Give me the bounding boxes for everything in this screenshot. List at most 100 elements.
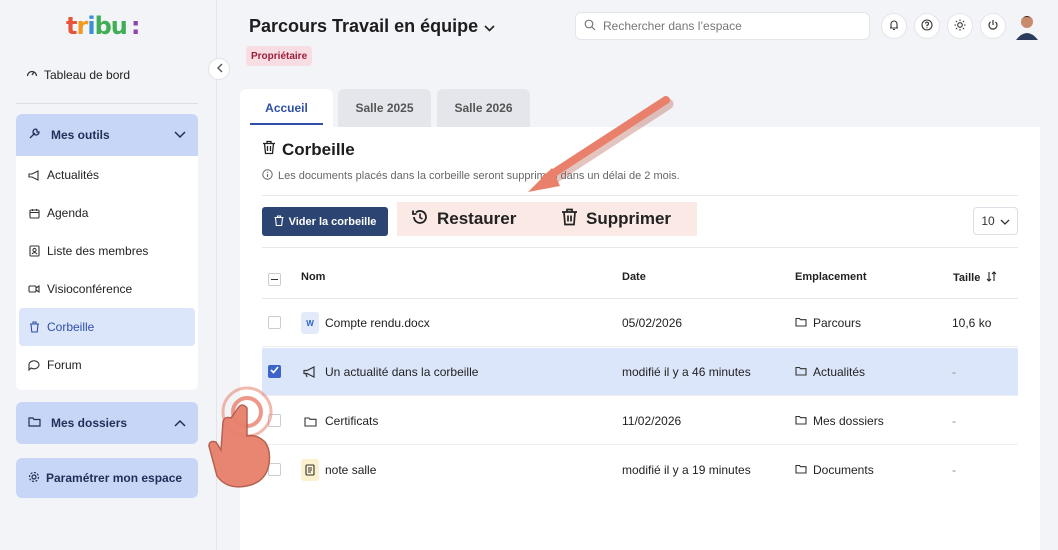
sort-icon <box>986 271 997 285</box>
tab-salle-2026[interactable]: Salle 2026 <box>437 89 530 127</box>
search-icon <box>584 19 596 34</box>
row-date-cell: 05/02/2026 <box>622 316 683 330</box>
forum-icon <box>28 359 40 371</box>
row-date-cell: 11/02/2026 <box>622 414 682 428</box>
per-page-select[interactable]: 10 <box>973 207 1018 235</box>
wrench-icon <box>28 127 41 143</box>
tab-salle-2025[interactable]: Salle 2025 <box>338 89 431 127</box>
sidebar-item-actualites[interactable]: Actualités <box>16 156 198 194</box>
chevron-down-icon <box>174 128 186 142</box>
chevron-up-icon <box>174 416 186 430</box>
bell-icon <box>888 19 900 34</box>
gauge-icon <box>26 67 38 82</box>
row-name-cell: note salle <box>301 446 376 494</box>
row-location-cell: Actualités <box>795 348 865 396</box>
row-location-cell: Documents <box>795 446 874 494</box>
avatar[interactable] <box>1014 12 1040 40</box>
space-title-dropdown[interactable]: Parcours Travail en équipe <box>249 16 495 37</box>
indeterminate-icon <box>271 278 278 281</box>
section-divider <box>262 195 1018 196</box>
toolbar-divider <box>262 247 1018 248</box>
tab-active-indicator <box>250 123 323 125</box>
row-name-cell: Un actualité dans la corbeille <box>301 348 478 396</box>
tools-menu: Mes outils Actualités Agenda Liste des m… <box>16 114 198 390</box>
row-date-cell: modifié il y a 46 minutes <box>622 365 751 379</box>
megaphone-icon <box>28 169 40 181</box>
table-row[interactable]: Certificats 11/02/2026 Mes dossiers - <box>262 397 1018 445</box>
folder-icon <box>795 365 807 379</box>
trash-icon <box>262 140 276 160</box>
theme-toggle-button[interactable] <box>947 13 973 39</box>
column-header-name[interactable]: Nom <box>301 271 325 283</box>
info-icon <box>262 169 273 183</box>
settings-button[interactable]: Paramétrer mon espace <box>16 458 198 498</box>
row-checkbox[interactable] <box>268 316 281 329</box>
retention-notice: Les documents placés dans la corbeille s… <box>262 169 680 183</box>
sidebar-item-members[interactable]: Liste des membres <box>16 232 198 270</box>
help-icon <box>921 18 933 34</box>
row-name-cell: W Compte rendu.docx <box>301 299 430 347</box>
sidebar-item-video[interactable]: Visioconférence <box>16 270 198 308</box>
folder-icon <box>28 416 41 430</box>
tribu-logo[interactable]: t r i bu: <box>66 12 140 40</box>
power-icon <box>987 19 999 34</box>
sidebar-item-trash[interactable]: Corbeille <box>19 308 195 346</box>
row-location-cell: Parcours <box>795 299 861 347</box>
column-header-size[interactable]: Taille <box>953 271 997 285</box>
sidebar-item-forum[interactable]: Forum <box>16 346 198 384</box>
column-header-date[interactable]: Date <box>622 271 646 283</box>
row-name-cell: Certificats <box>301 397 378 445</box>
word-file-icon: W <box>301 312 319 334</box>
row-size-cell: 10,6 ko <box>952 316 992 330</box>
trash-icon <box>274 214 284 229</box>
sidebar-divider <box>16 103 198 104</box>
select-all-checkbox[interactable] <box>268 273 281 286</box>
row-checkbox[interactable] <box>268 414 281 427</box>
empty-trash-button[interactable]: Vider la corbeille <box>262 207 388 236</box>
chevron-down-icon <box>484 16 495 37</box>
trash-icon <box>561 208 578 231</box>
sun-icon <box>954 19 966 34</box>
help-button[interactable] <box>914 13 940 39</box>
table-row[interactable]: Un actualité dans la corbeille modifié i… <box>262 348 1018 396</box>
row-checkbox[interactable] <box>268 463 281 476</box>
folder-icon <box>301 410 319 432</box>
row-size-cell: - <box>952 463 956 477</box>
trash-icon <box>28 321 40 333</box>
tools-menu-header[interactable]: Mes outils <box>16 114 198 156</box>
row-size-cell: - <box>952 414 956 428</box>
members-icon <box>28 245 40 257</box>
folder-icon <box>795 414 807 428</box>
calendar-icon <box>28 208 40 219</box>
search-input[interactable]: Rechercher dans l’espace <box>603 19 742 33</box>
restore-icon <box>411 208 429 231</box>
chevron-left-icon <box>216 62 223 76</box>
column-header-location[interactable]: Emplacement <box>795 271 867 283</box>
restore-button[interactable]: Restaurer <box>397 202 537 236</box>
folder-icon <box>795 463 807 477</box>
folders-menu-header[interactable]: Mes dossiers <box>16 402 198 444</box>
search-box[interactable]: Rechercher dans l’espace <box>575 12 870 40</box>
chevron-down-icon <box>1000 214 1010 228</box>
row-date-cell: modifié il y a 19 minutes <box>622 463 751 477</box>
row-location-cell: Mes dossiers <box>795 397 884 445</box>
section-title: Corbeille <box>262 140 355 160</box>
notifications-button[interactable] <box>881 13 907 39</box>
note-icon <box>301 459 319 481</box>
check-icon <box>270 366 279 377</box>
tab-accueil[interactable]: Accueil <box>240 89 333 127</box>
collapse-sidebar-button[interactable] <box>208 58 230 80</box>
row-checkbox[interactable] <box>268 365 281 378</box>
role-badge: Propriétaire <box>246 46 313 66</box>
gear-icon <box>28 471 40 486</box>
sidebar: t r i bu: Tableau de bord Mes outils Actual… <box>0 0 217 550</box>
megaphone-icon <box>301 361 319 383</box>
row-size-cell: - <box>952 365 956 379</box>
folder-icon <box>795 316 807 330</box>
delete-button[interactable]: Supprimer <box>537 202 697 236</box>
table-row[interactable]: note salle modifié il y a 19 minutes Doc… <box>262 446 1018 494</box>
sidebar-item-dashboard[interactable]: Tableau de bord <box>26 67 130 82</box>
table-row[interactable]: W Compte rendu.docx 05/02/2026 Parcours … <box>262 299 1018 347</box>
sidebar-item-agenda[interactable]: Agenda <box>16 194 198 232</box>
logout-button[interactable] <box>980 13 1006 39</box>
